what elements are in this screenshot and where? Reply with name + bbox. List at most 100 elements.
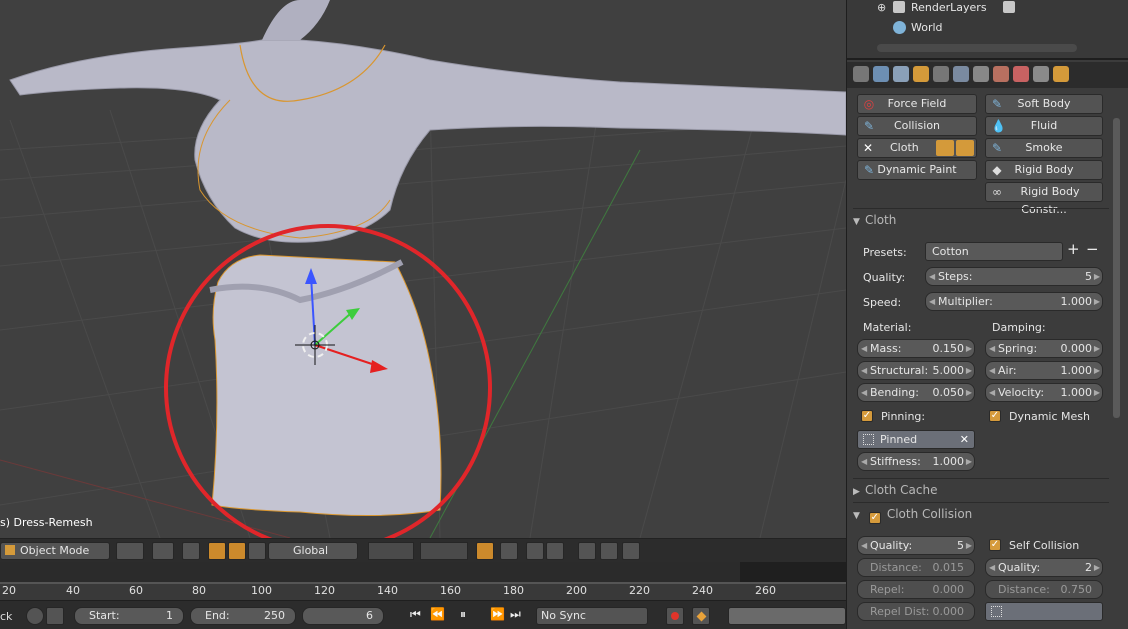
rigid-body-button[interactable]: ◆ Rigid Body [985, 160, 1103, 180]
mass-field[interactable]: ◀ Mass: 0.150 ▶ [857, 339, 975, 358]
steps-field[interactable]: ◀ Steps: 5 ▶ [925, 267, 1103, 286]
clear-pin-group-icon[interactable]: ✕ [960, 431, 969, 448]
outliner-render-layers[interactable]: RenderLayers [911, 1, 987, 14]
jump-start-icon[interactable]: ⏮ [410, 607, 421, 622]
cloth-button[interactable]: ✕ Cloth [857, 138, 977, 158]
outliner[interactable]: ⊕ RenderLayers World [847, 0, 1128, 60]
pivot-icon[interactable] [152, 542, 174, 560]
cloth-cache-section-header[interactable]: ▶ Cloth Cache [853, 479, 1109, 501]
jump-keyframe-forward-icon[interactable]: ⏩ [490, 607, 505, 621]
properties-scrollbar[interactable] [1113, 118, 1120, 418]
render-tab-icon[interactable] [853, 66, 869, 82]
rigid-body-constraint-button[interactable]: ∞ Rigid Body Constr... [985, 182, 1103, 216]
texture-tab-icon[interactable] [1013, 66, 1029, 82]
fluid-button[interactable]: 💧 Fluid [985, 116, 1103, 136]
data-tab-icon[interactable] [973, 66, 989, 82]
structural-field[interactable]: ◀ Structural: 5.000 ▶ [857, 361, 975, 380]
pinning-checkbox[interactable]: ✓ [861, 410, 873, 422]
pin-stiffness-field[interactable]: ◀ Stiffness: 1.000 ▶ [857, 452, 975, 471]
self-collision-distance-field[interactable]: Distance: 0.750 [985, 580, 1103, 599]
self-quality-value: 2 [1085, 561, 1092, 574]
outliner-scrollbar[interactable] [877, 44, 1077, 52]
3d-viewport[interactable]: s) Dress-Remesh [0, 0, 846, 538]
smoke-button[interactable]: ✎ Smoke [985, 138, 1103, 158]
pin-group-field[interactable]: Pinned ✕ [857, 430, 975, 449]
collision-button[interactable]: ✎ Collision [857, 116, 977, 136]
rotate-manipulator-icon[interactable] [228, 542, 246, 560]
mode-dropdown[interactable]: Object Mode [0, 542, 110, 560]
cloth-collision-section-header[interactable]: ▼ ✓ Cloth Collision [853, 503, 1109, 525]
opengl-render-icon[interactable] [622, 542, 640, 560]
self-collision-checkbox[interactable]: ✓ [989, 539, 1001, 551]
force-field-button[interactable]: ◎ Force Field [857, 94, 977, 114]
scale-manipulator-icon[interactable] [248, 542, 266, 560]
cloth-collision-checkbox[interactable]: ✓ [868, 512, 881, 524]
material-tab-icon[interactable] [993, 66, 1009, 82]
add-preset-icon[interactable]: + [1067, 240, 1080, 258]
keying-icon[interactable] [26, 607, 44, 625]
soft-body-button[interactable]: ✎ Soft Body [985, 94, 1103, 114]
lock-icon[interactable] [46, 607, 64, 625]
cloth-viewport-eye-icon[interactable] [956, 140, 974, 156]
jump-end-icon[interactable]: ⏭ [510, 607, 521, 622]
scene-tab-icon[interactable] [873, 66, 889, 82]
timeline-scrollbar[interactable] [0, 582, 846, 584]
timeline[interactable]: 20 40 60 80 100 120 140 160 180 200 220 … [0, 562, 846, 600]
multiplier-field[interactable]: ◀ Multiplier: 1.000 ▶ [925, 292, 1103, 311]
collision-quality-field[interactable]: ◀ Quality: 5 ▶ [857, 536, 975, 555]
repel-distance-field[interactable]: Repel Dist: 0.000 [857, 602, 975, 621]
bending-field[interactable]: ◀ Bending: 0.050 ▶ [857, 383, 975, 402]
frame-tick: 120 [314, 584, 335, 597]
frame-tick: 240 [692, 584, 713, 597]
cloth-remove-x-icon[interactable]: ✕ [863, 142, 875, 154]
translate-manipulator-icon[interactable] [208, 542, 226, 560]
render-animation-icon[interactable] [600, 542, 618, 560]
collision-distance-field[interactable]: Distance: 0.015 [857, 558, 975, 577]
dynamic-paint-button[interactable]: ✎ Dynamic Paint [857, 160, 977, 180]
velocity-damping-field[interactable]: ◀ Velocity: 1.000 ▶ [985, 383, 1103, 402]
layer-buttons-a[interactable] [368, 542, 414, 560]
structural-label: Structural: [870, 364, 929, 377]
play-icon[interactable]: ⏸ [460, 607, 466, 622]
world-tab-icon[interactable] [893, 66, 909, 82]
outliner-world[interactable]: World [911, 21, 943, 34]
keyframe-diamond-icon[interactable] [692, 607, 710, 625]
render-icon[interactable] [578, 542, 596, 560]
particles-tab-icon[interactable] [1033, 66, 1049, 82]
cloth-render-camera-icon[interactable] [936, 140, 954, 156]
air-damping-field[interactable]: ◀ Air: 1.000 ▶ [985, 361, 1103, 380]
start-frame-field[interactable]: Start: 1 [74, 607, 184, 625]
proportional-edit-icon[interactable] [500, 542, 518, 560]
manipulator-toggle-icon[interactable] [182, 542, 200, 560]
constraints-tab-icon[interactable] [933, 66, 949, 82]
record-icon[interactable] [666, 607, 684, 625]
cloth-section-header[interactable]: ▼ Cloth [853, 209, 1109, 231]
self-collision-quality-field[interactable]: ◀ Quality: 2 ▶ [985, 558, 1103, 577]
presets-dropdown[interactable]: Cotton [925, 242, 1063, 261]
timeline-track[interactable] [0, 562, 846, 582]
snap-element-icon[interactable] [546, 542, 564, 560]
current-frame-field[interactable]: 6 [302, 607, 384, 625]
layer-buttons-b[interactable] [420, 542, 468, 560]
outliner-expand-icon[interactable]: ⊕ [877, 1, 886, 14]
remove-preset-icon[interactable]: − [1086, 240, 1099, 258]
render-layer-toggle-icon[interactable] [1003, 1, 1015, 13]
dynamic-mesh-checkbox[interactable]: ✓ [989, 410, 1001, 422]
velocity-label: Velocity: [998, 386, 1045, 399]
shading-sphere-icon[interactable] [116, 542, 144, 560]
playback-menu-label[interactable]: ck [0, 610, 12, 623]
spring-damping-field[interactable]: ◀ Spring: 0.000 ▶ [985, 339, 1103, 358]
end-frame-field[interactable]: End: 250 [190, 607, 296, 625]
keying-set-field[interactable] [728, 607, 846, 625]
orientation-dropdown[interactable]: Global [268, 542, 358, 560]
object-tab-icon[interactable] [913, 66, 929, 82]
repel-field[interactable]: Repel: 0.000 [857, 580, 975, 599]
physics-tab-icon[interactable] [1053, 66, 1069, 82]
modifiers-tab-icon[interactable] [953, 66, 969, 82]
soft-body-icon: ✎ [991, 97, 1003, 111]
jump-keyframe-back-icon[interactable]: ⏪ [430, 607, 445, 621]
magnet-icon[interactable] [526, 542, 544, 560]
lock-layers-icon[interactable] [476, 542, 494, 560]
sync-dropdown[interactable]: No Sync [536, 607, 648, 625]
self-collision-group-field[interactable] [985, 602, 1103, 621]
